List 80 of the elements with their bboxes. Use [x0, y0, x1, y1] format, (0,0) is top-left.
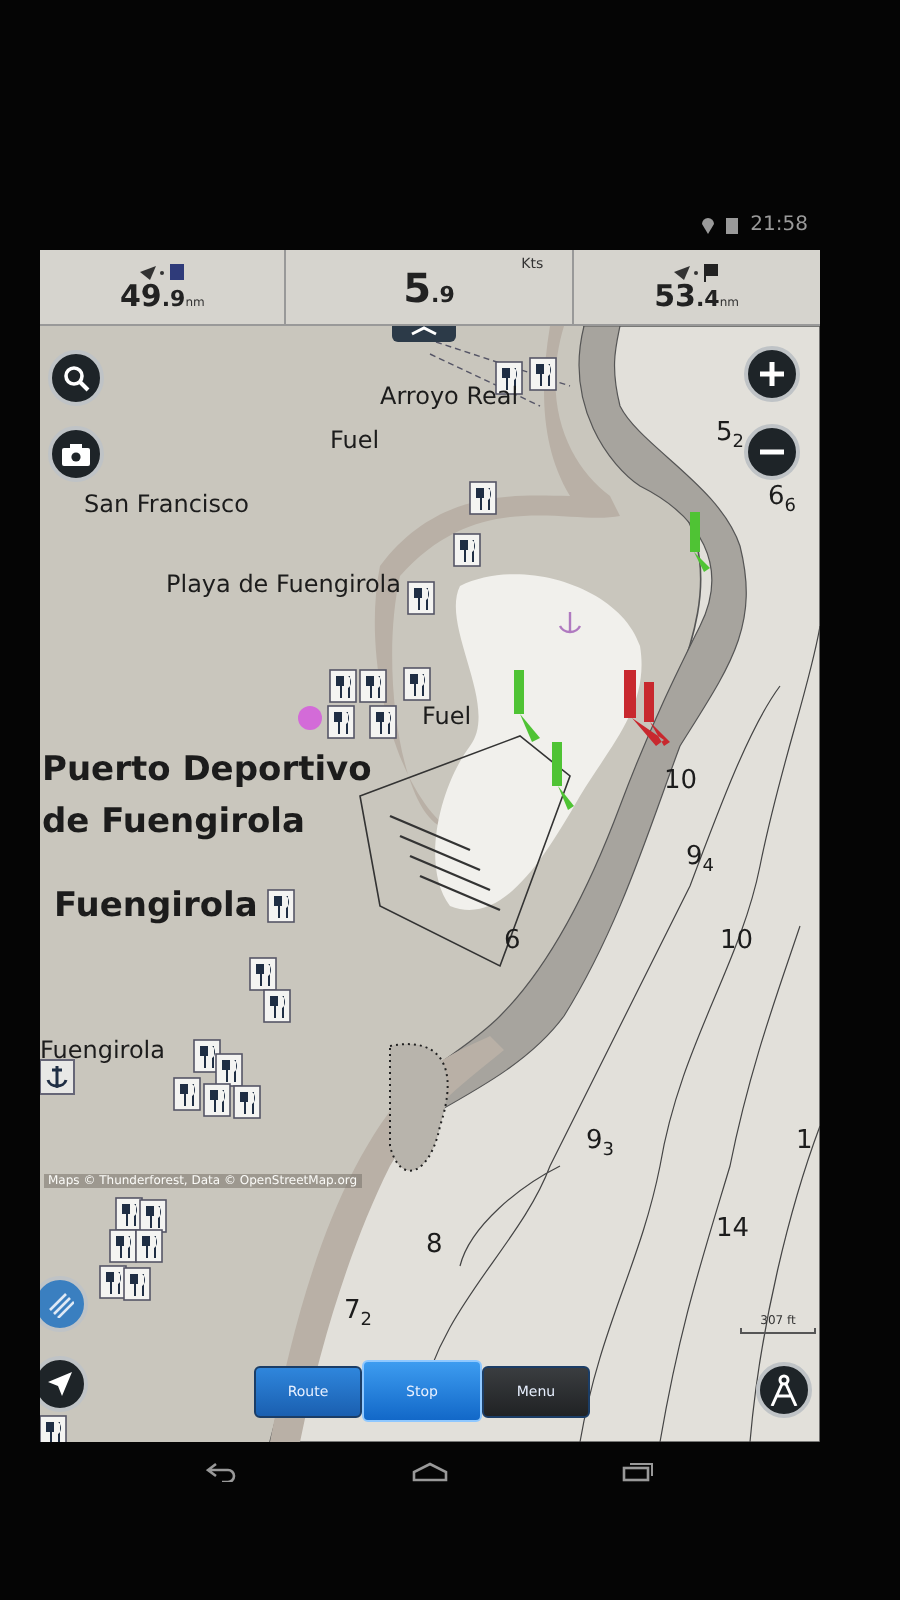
reading-value: 49 [120, 281, 162, 311]
restaurant-icon[interactable] [369, 705, 397, 739]
buoy-pair-drawing [624, 670, 670, 746]
restaurant-icon[interactable] [99, 1265, 127, 1299]
restaurant-icon[interactable] [109, 1229, 137, 1263]
arrow-to-waypoint-icon [140, 263, 185, 281]
jetty-drawing [388, 814, 502, 912]
depth-sounding: 9$_{3}$ [586, 1126, 615, 1162]
anchor-icon [558, 610, 582, 634]
camera-button[interactable] [48, 426, 104, 482]
reading-decimal: .9 [431, 281, 455, 307]
restaurant-icon[interactable] [469, 481, 497, 515]
buoy-drawing [690, 512, 710, 572]
place-label: Fuel [330, 426, 380, 454]
compass-divider-icon [770, 1374, 798, 1406]
restaurant-icon[interactable] [115, 1197, 143, 1231]
location-icon [702, 216, 715, 234]
location-button[interactable] [40, 1356, 88, 1412]
restaurant-icon[interactable] [173, 1077, 201, 1111]
navigation-arrow-icon [48, 1372, 72, 1396]
place-label: Fuel [422, 702, 472, 730]
restaurant-icon[interactable] [359, 669, 387, 703]
place-label: San Francisco [84, 490, 249, 518]
place-label: Arroyo Real [380, 382, 519, 410]
status-time: 21:58 [750, 214, 808, 236]
restaurant-icon[interactable] [529, 357, 557, 391]
minus-icon [758, 448, 786, 456]
recent-apps-icon[interactable] [621, 1462, 654, 1482]
restaurant-icon[interactable] [453, 533, 481, 567]
place-label: de Fuengirola [42, 802, 305, 842]
stripes-icon [46, 1290, 74, 1318]
reading-decimal: .9 [161, 285, 186, 311]
restaurant-icon[interactable] [193, 1039, 221, 1073]
restaurant-icon[interactable] [135, 1229, 163, 1263]
reading-decimal: .4 [696, 285, 720, 311]
depth-sounding: 8 [426, 1230, 443, 1260]
marker-icon[interactable] [298, 706, 322, 730]
place-label: Playa de Fuengirola [166, 570, 401, 598]
scale-bar [740, 1328, 816, 1334]
back-icon[interactable] [206, 1462, 239, 1482]
restaurant-icon[interactable] [215, 1053, 243, 1087]
reading-value: 53 [654, 281, 696, 311]
restaurant-icon[interactable] [403, 667, 431, 701]
nautical-chart[interactable] [40, 326, 820, 1442]
restaurant-icon[interactable] [123, 1267, 151, 1301]
pull-tab[interactable] [392, 326, 456, 342]
place-label: Puerto Deportivo [42, 750, 372, 790]
battery-icon [726, 216, 739, 234]
home-icon[interactable] [411, 1462, 448, 1482]
restaurant-icon[interactable] [407, 581, 435, 615]
depth-sounding: 5$_{2}$ [716, 418, 745, 454]
reading-value: 5 [403, 267, 432, 307]
depth-sounding: 9$_{4}$ [686, 842, 715, 878]
layers-button[interactable] [40, 1276, 88, 1332]
restaurant-icon[interactable] [329, 669, 357, 703]
depth-sounding: 14 [716, 1214, 750, 1244]
depth-sounding: 1 [796, 1126, 813, 1156]
restaurant-icon[interactable] [233, 1085, 261, 1119]
place-label: Fuengirola [40, 1036, 165, 1064]
restaurant-icon[interactable] [267, 889, 295, 923]
restaurant-icon[interactable] [249, 957, 277, 991]
place-label: Fuengirola [54, 886, 258, 926]
plus-icon [758, 360, 786, 388]
headland-area [389, 1043, 449, 1172]
depth-sounding: 7$_{2}$ [344, 1296, 373, 1332]
restaurant-icon[interactable] [203, 1083, 231, 1117]
chevron-up-icon [410, 326, 438, 336]
restaurant-icon[interactable] [327, 705, 355, 739]
depth-sounding: 10 [664, 766, 698, 796]
depth-sounding: 6$_{6}$ [768, 482, 797, 518]
search-icon [62, 364, 90, 392]
buoy-drawing [552, 742, 574, 810]
restaurant-icon[interactable] [263, 989, 291, 1023]
restaurant-icon[interactable] [139, 1199, 167, 1233]
camera-icon [62, 443, 90, 465]
anchor-icon[interactable] [40, 1059, 75, 1095]
buoy-drawing [514, 670, 540, 742]
restaurant-icon[interactable] [40, 1415, 67, 1442]
search-button[interactable] [48, 350, 104, 406]
arrow-to-flag-icon [674, 263, 719, 281]
